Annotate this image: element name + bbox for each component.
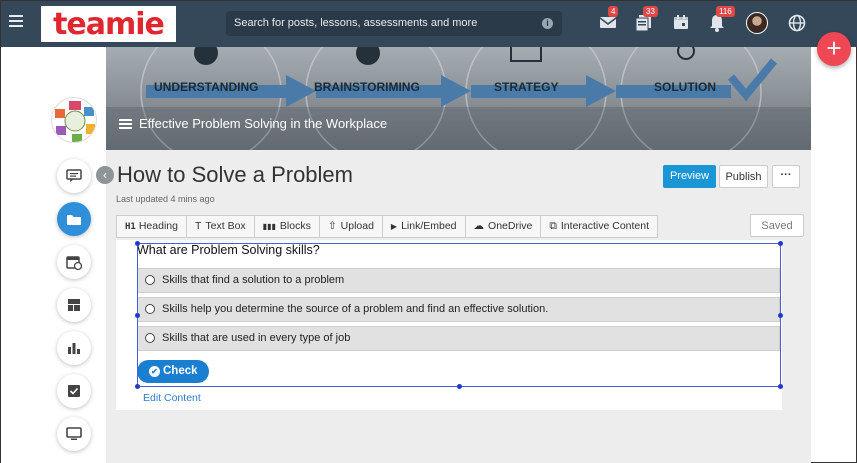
search-placeholder: Search for posts, lessons, assessments a… xyxy=(234,17,478,29)
folder-icon[interactable] xyxy=(57,202,91,236)
cloud-icon: ☁ xyxy=(473,220,485,232)
course-title[interactable]: Effective Problem Solving in the Workpla… xyxy=(139,116,387,131)
onedrive-tool-label: OneDrive xyxy=(488,220,533,232)
upload-tool-label: Upload xyxy=(340,220,374,232)
heading-tool-label: Heading xyxy=(138,220,178,232)
collapse-sidebar-icon[interactable]: ‹ xyxy=(96,166,114,184)
text-icon: T xyxy=(194,220,202,232)
quiz-option-label: Skills help you determine the source of … xyxy=(162,303,549,315)
banner-step-1: UNDERSTANDING xyxy=(154,80,259,94)
last-updated: Last updated 4 mins ago xyxy=(116,194,215,204)
blocks-icon: ▮▮▮ xyxy=(262,222,276,231)
video-icon: ▶ xyxy=(390,222,398,231)
blocks-tool-label: Blocks xyxy=(279,220,311,232)
check-button-label: Check xyxy=(163,365,198,377)
saved-status-button[interactable]: Saved xyxy=(750,214,804,237)
check-circle-icon: ✔ xyxy=(149,366,160,377)
main-content: UNDERSTANDING BRAINSTORIMING STRATEGY SO… xyxy=(96,47,811,463)
notifications-badge: 116 xyxy=(716,6,735,17)
radio-button[interactable] xyxy=(145,333,155,343)
banner-step-2: BRAINSTORIMING xyxy=(314,80,420,94)
calendar-icon[interactable] xyxy=(673,14,693,34)
onedrive-tool[interactable]: ☁ OneDrive xyxy=(466,216,542,237)
quiz-option[interactable]: Skills help you determine the source of … xyxy=(137,297,780,322)
radio-button[interactable] xyxy=(145,304,155,314)
discussions-icon[interactable] xyxy=(57,159,91,193)
posts-badge: 33 xyxy=(643,6,658,17)
quiz-option-label: Skills that find a solution to a problem xyxy=(162,274,345,286)
check-button[interactable]: ✔ Check xyxy=(137,360,209,383)
heading-tool[interactable]: H1 Heading xyxy=(117,216,187,237)
page-title: How to Solve a Problem xyxy=(117,162,353,187)
banner-illustration xyxy=(106,47,811,150)
add-button[interactable]: + xyxy=(817,32,851,66)
copy-icon: ⧉ xyxy=(549,220,557,232)
publish-button[interactable]: Publish xyxy=(719,165,768,188)
quiz-option[interactable]: Skills that find a solution to a problem xyxy=(137,268,780,293)
interactive-content-tool[interactable]: ⧉ Interactive Content xyxy=(541,216,657,237)
quiz-option-label: Skills that are used in every type of jo… xyxy=(162,332,351,344)
analytics-icon[interactable] xyxy=(57,331,91,365)
banner-step-3: STRATEGY xyxy=(494,80,559,94)
blocks-tool[interactable]: ▮▮▮ Blocks xyxy=(255,216,320,237)
globe-icon[interactable] xyxy=(788,14,808,34)
interactive-quiz-block[interactable]: What are Problem Solving skills? Skills … xyxy=(116,240,782,410)
teamie-logo[interactable]: teamie xyxy=(41,6,176,42)
course-banner: UNDERSTANDING BRAINSTORIMING STRATEGY SO… xyxy=(106,47,811,150)
course-thumbnail[interactable] xyxy=(51,97,97,143)
link-embed-tool-label: Link/Embed xyxy=(401,220,457,232)
info-icon[interactable]: i xyxy=(542,18,553,29)
logo-text: teamie xyxy=(53,6,165,42)
user-avatar[interactable] xyxy=(746,12,768,34)
more-options-button[interactable]: ··· xyxy=(772,165,800,188)
notifications-bell-icon[interactable]: 116 xyxy=(709,6,735,34)
quiz-option[interactable]: Skills that are used in every type of jo… xyxy=(137,326,780,351)
presentation-monitor-icon[interactable] xyxy=(57,417,91,451)
preview-button[interactable]: Preview xyxy=(663,165,716,188)
text-box-tool-label: Text Box xyxy=(205,220,246,232)
tasks-checkbox-icon[interactable] xyxy=(57,374,91,408)
link-embed-tool[interactable]: ▶ Link/Embed xyxy=(383,216,466,237)
upload-tool[interactable]: ⇧ Upload xyxy=(320,216,383,237)
dashboard-icon[interactable] xyxy=(57,288,91,322)
upload-icon: ⇧ xyxy=(327,220,337,232)
edit-content-link[interactable]: Edit Content xyxy=(143,392,201,404)
top-navigation-bar: teamie Search for posts, lessons, assess… xyxy=(1,1,857,47)
posts-icon[interactable]: 33 xyxy=(635,6,658,34)
main-menu-icon[interactable] xyxy=(9,15,23,27)
left-sidebar xyxy=(1,47,106,463)
schedule-icon[interactable] xyxy=(57,245,91,279)
search-input[interactable]: Search for posts, lessons, assessments a… xyxy=(226,11,562,36)
interactive-content-tool-label: Interactive Content xyxy=(560,220,650,232)
banner-step-4: SOLUTION xyxy=(654,80,716,94)
radio-button[interactable] xyxy=(145,275,155,285)
quiz-question: What are Problem Solving skills? xyxy=(137,243,320,257)
messages-icon[interactable]: 4 xyxy=(599,6,619,34)
course-menu-icon[interactable] xyxy=(119,119,132,131)
messages-badge: 4 xyxy=(608,6,619,17)
editor-toolbar: H1 Heading T Text Box ▮▮▮ Blocks ⇧ Upload ▶ L… xyxy=(116,215,659,238)
text-box-tool[interactable]: T Text Box xyxy=(187,216,255,237)
heading-icon: H1 xyxy=(125,222,136,232)
